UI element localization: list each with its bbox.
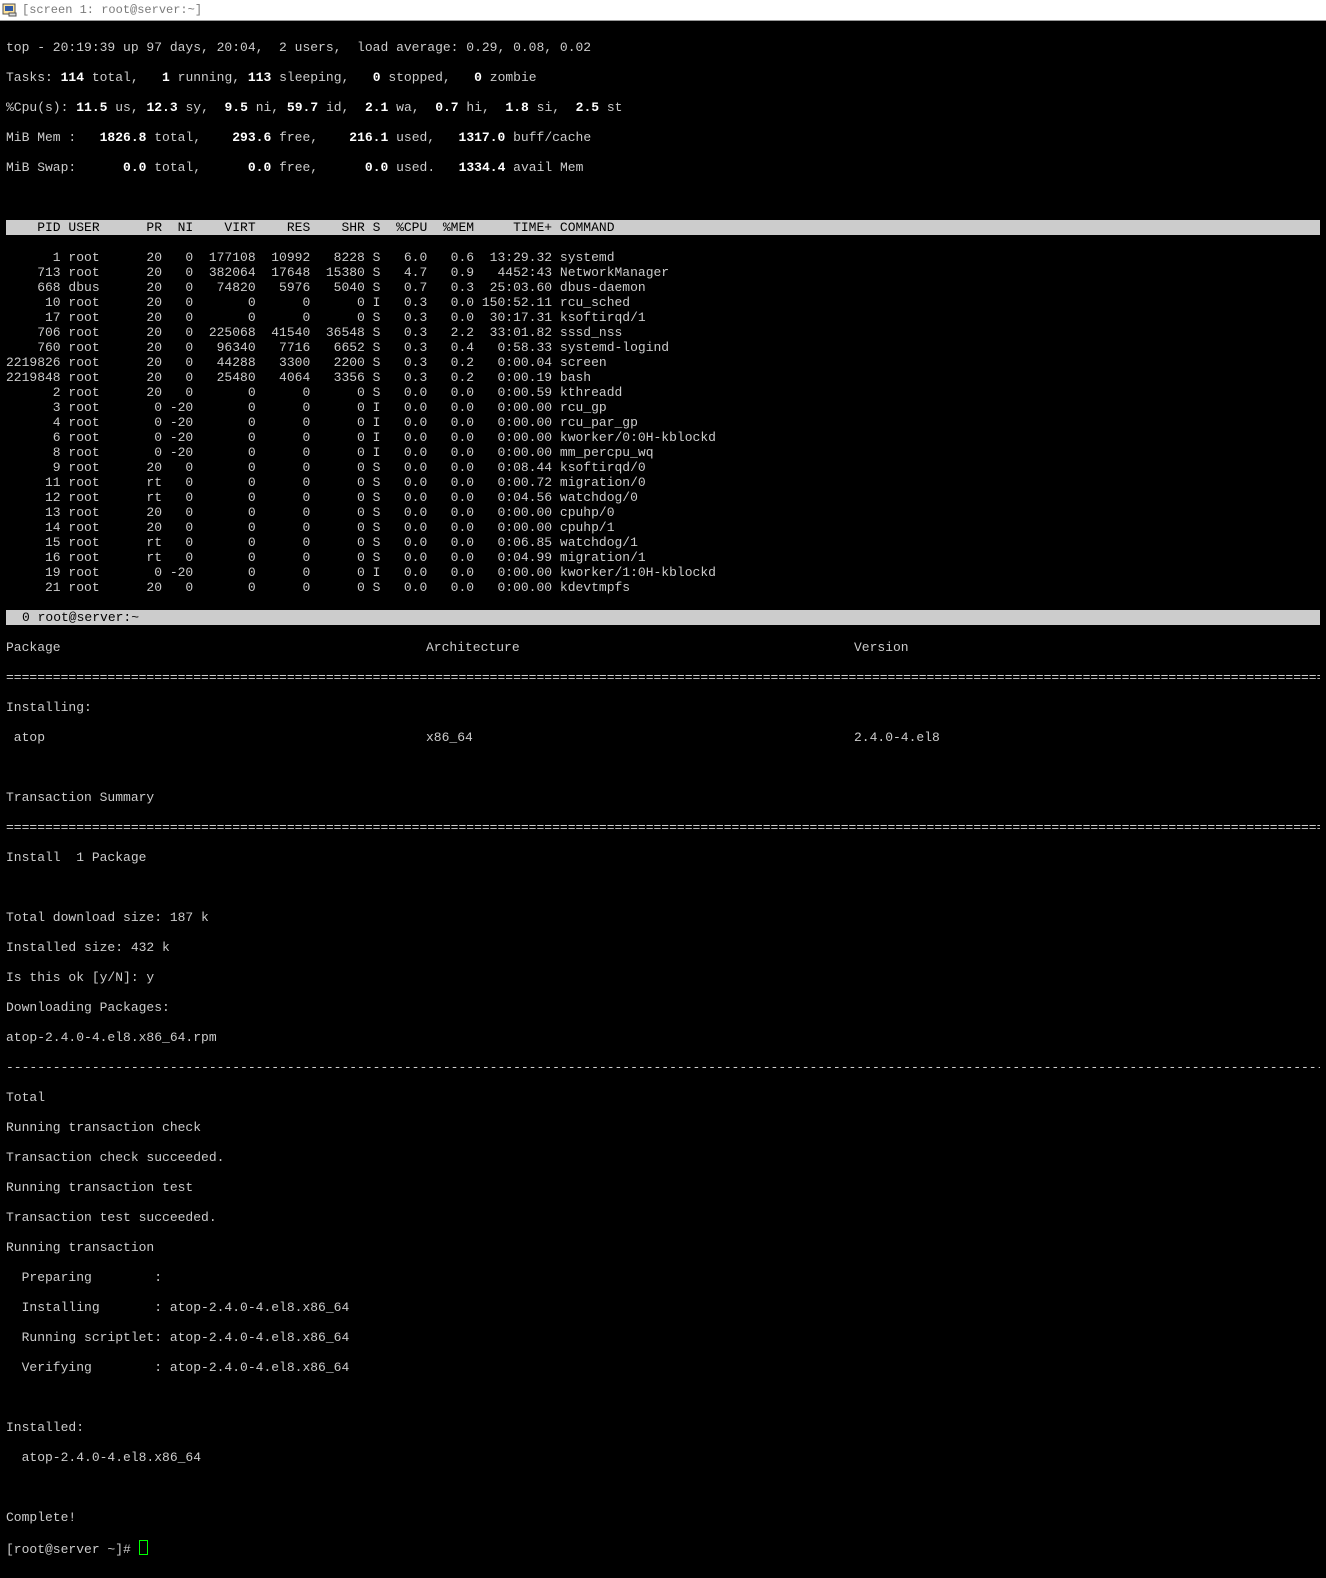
downloading-label: Downloading Packages: xyxy=(6,1000,1320,1015)
window-title-bar: [screen 1: root@server:~] xyxy=(0,0,1326,21)
pkg-row: atopx86_642.4.0-4.el8 xyxy=(6,730,1320,745)
process-row: 14 root 20 0 0 0 0 S 0.0 0.0 0:00.00 cpu… xyxy=(6,520,1320,535)
terminal-area[interactable]: top - 20:19:39 up 97 days, 20:04, 2 user… xyxy=(0,21,1326,1578)
divider-eq: ========================================… xyxy=(6,670,1320,685)
process-row: 19 root 0 -20 0 0 0 I 0.0 0.0 0:00.00 kw… xyxy=(6,565,1320,580)
top-tasks-line: Tasks: 114 total, 1 running, 113 sleepin… xyxy=(6,70,1320,85)
process-row: 13 root 20 0 0 0 0 S 0.0 0.0 0:00.00 cpu… xyxy=(6,505,1320,520)
shell-prompt-line[interactable]: [root@server ~]# xyxy=(6,1540,1320,1557)
installed-pkg: atop-2.4.0-4.el8.x86_64 xyxy=(6,1450,1320,1465)
blank-line xyxy=(6,190,1320,205)
download-size: Total download size: 187 k xyxy=(6,910,1320,925)
preparing: Preparing : xyxy=(6,1270,1320,1285)
divider-dash: ----------------------------------------… xyxy=(6,1060,1320,1075)
top-process-list: 1 root 20 0 177108 10992 8228 S 6.0 0.6 … xyxy=(6,250,1320,595)
install-count: Install 1 Package xyxy=(6,850,1320,865)
top-mem-line: MiB Mem : 1826.8 total, 293.6 free, 216.… xyxy=(6,130,1320,145)
txn-check: Running transaction check xyxy=(6,1120,1320,1135)
confirm-prompt: Is this ok [y/N]: y xyxy=(6,970,1320,985)
process-row: 8 root 0 -20 0 0 0 I 0.0 0.0 0:00.00 mm_… xyxy=(6,445,1320,460)
process-row: 668 dbus 20 0 74820 5976 5040 S 0.7 0.3 … xyxy=(6,280,1320,295)
process-row: 3 root 0 -20 0 0 0 I 0.0 0.0 0:00.00 rcu… xyxy=(6,400,1320,415)
screen-status-bar: 0 root@server:~ xyxy=(6,610,1320,625)
process-row: 11 root rt 0 0 0 0 S 0.0 0.0 0:00.72 mig… xyxy=(6,475,1320,490)
installing-step: Installing : atop-2.4.0-4.el8.x86_64 xyxy=(6,1300,1320,1315)
top-columns-header: PID USER PR NI VIRT RES SHR S %CPU %MEM … xyxy=(6,220,1320,235)
scriptlet-step: Running scriptlet: atop-2.4.0-4.el8.x86_… xyxy=(6,1330,1320,1345)
txn-check-ok: Transaction check succeeded. xyxy=(6,1150,1320,1165)
pkg-table-header: PackageArchitectureVersion xyxy=(6,640,1320,655)
divider-eq-2: ========================================… xyxy=(6,820,1320,835)
complete-label: Complete! xyxy=(6,1510,1320,1525)
process-row: 9 root 20 0 0 0 0 S 0.0 0.0 0:08.44 ksof… xyxy=(6,460,1320,475)
process-row: 21 root 20 0 0 0 0 S 0.0 0.0 0:00.00 kde… xyxy=(6,580,1320,595)
cursor-icon xyxy=(139,1540,148,1555)
top-swap-line: MiB Swap: 0.0 total, 0.0 free, 0.0 used.… xyxy=(6,160,1320,175)
txn-run: Running transaction xyxy=(6,1240,1320,1255)
process-row: 2219848 root 20 0 25480 4064 3356 S 0.3 … xyxy=(6,370,1320,385)
txn-test: Running transaction test xyxy=(6,1180,1320,1195)
process-row: 2219826 root 20 0 44288 3300 2200 S 0.3 … xyxy=(6,355,1320,370)
top-summary-line1: top - 20:19:39 up 97 days, 20:04, 2 user… xyxy=(6,40,1320,55)
process-row: 4 root 0 -20 0 0 0 I 0.0 0.0 0:00.00 rcu… xyxy=(6,415,1320,430)
process-row: 2 root 20 0 0 0 0 S 0.0 0.0 0:00.59 kthr… xyxy=(6,385,1320,400)
process-row: 17 root 20 0 0 0 0 S 0.3 0.0 30:17.31 ks… xyxy=(6,310,1320,325)
process-row: 706 root 20 0 225068 41540 36548 S 0.3 2… xyxy=(6,325,1320,340)
putty-icon xyxy=(2,2,18,18)
installing-label: Installing: xyxy=(6,700,1320,715)
installed-label: Installed: xyxy=(6,1420,1320,1435)
process-row: 713 root 20 0 382064 17648 15380 S 4.7 0… xyxy=(6,265,1320,280)
total-label: Total xyxy=(6,1090,1320,1105)
process-row: 12 root rt 0 0 0 0 S 0.0 0.0 0:04.56 wat… xyxy=(6,490,1320,505)
txn-test-ok: Transaction test succeeded. xyxy=(6,1210,1320,1225)
process-row: 6 root 0 -20 0 0 0 I 0.0 0.0 0:00.00 kwo… xyxy=(6,430,1320,445)
process-row: 16 root rt 0 0 0 0 S 0.0 0.0 0:04.99 mig… xyxy=(6,550,1320,565)
txn-summary-label: Transaction Summary xyxy=(6,790,1320,805)
installed-size: Installed size: 432 k xyxy=(6,940,1320,955)
rpm-line: atop-2.4.0-4.el8.x86_64.rpm xyxy=(6,1030,1320,1045)
process-row: 10 root 20 0 0 0 0 I 0.3 0.0 150:52.11 r… xyxy=(6,295,1320,310)
process-row: 15 root rt 0 0 0 0 S 0.0 0.0 0:06.85 wat… xyxy=(6,535,1320,550)
process-row: 760 root 20 0 96340 7716 6652 S 0.3 0.4 … xyxy=(6,340,1320,355)
process-row: 1 root 20 0 177108 10992 8228 S 6.0 0.6 … xyxy=(6,250,1320,265)
window-title: [screen 1: root@server:~] xyxy=(22,3,202,18)
top-cpu-line: %Cpu(s): 11.5 us, 12.3 sy, 9.5 ni, 59.7 … xyxy=(6,100,1320,115)
verifying-step: Verifying : atop-2.4.0-4.el8.x86_64 xyxy=(6,1360,1320,1375)
